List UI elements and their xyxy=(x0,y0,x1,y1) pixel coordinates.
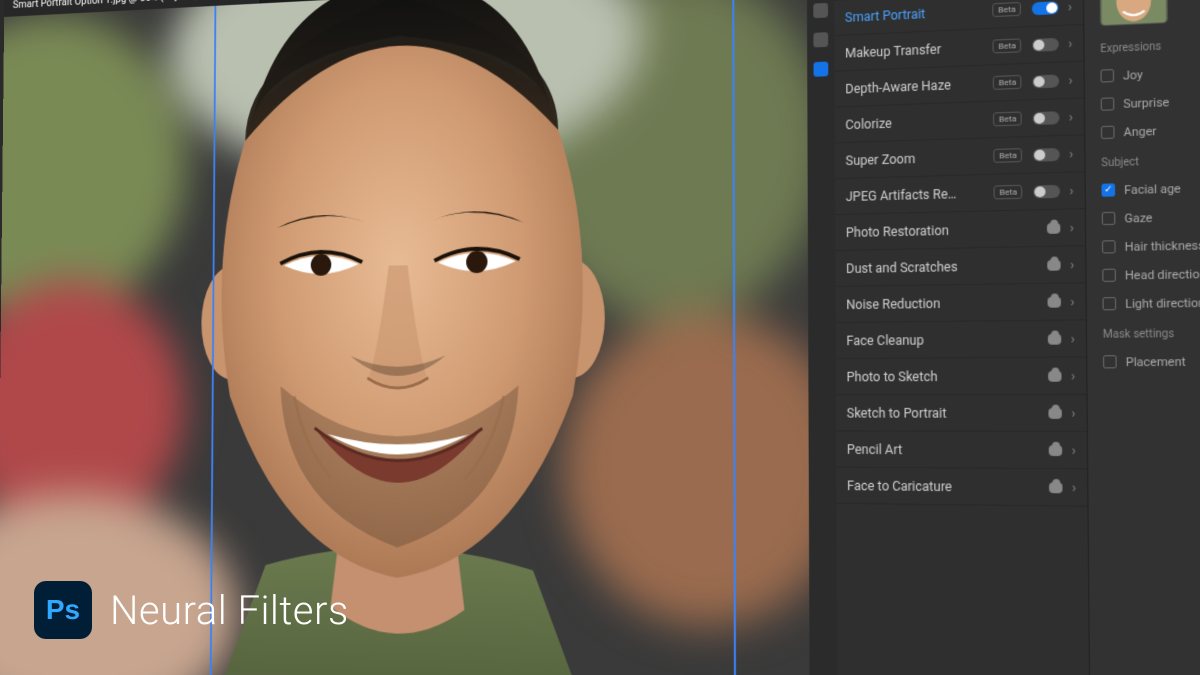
cloud-download-icon[interactable] xyxy=(1049,445,1063,456)
filter-name: Dust and Scratches xyxy=(846,257,1043,275)
rail-icon-beta[interactable] xyxy=(814,62,829,77)
filter-row[interactable]: Sketch to Portrait › xyxy=(836,395,1087,432)
filter-toggle[interactable] xyxy=(1033,147,1060,161)
filter-row[interactable]: Photo Restoration › xyxy=(835,209,1085,251)
filter-name: Sketch to Portrait xyxy=(847,405,1045,420)
beta-badge: Beta xyxy=(992,2,1021,17)
face-preview-thumbnail[interactable] xyxy=(1100,0,1168,26)
chevron-right-icon: › xyxy=(1068,0,1072,14)
cloud-download-icon[interactable] xyxy=(1049,482,1063,493)
filter-toggle[interactable] xyxy=(1033,74,1060,88)
overlay-title: Neural Filters xyxy=(110,587,349,634)
filter-name: Depth-Aware Haze xyxy=(845,76,986,96)
filter-name: Smart Portrait xyxy=(845,3,986,25)
checkbox[interactable] xyxy=(1102,297,1116,310)
property-label: Light direction xyxy=(1125,295,1200,310)
filter-row[interactable]: Face to Caricature › xyxy=(836,468,1087,507)
beta-badge: Beta xyxy=(993,111,1022,126)
cloud-download-icon[interactable] xyxy=(1048,259,1061,270)
filters-list: Neural Filters Smart PortraitBeta›Makeup… xyxy=(834,0,1091,675)
beta-badge: Beta xyxy=(994,185,1023,200)
chevron-right-icon: › xyxy=(1070,257,1074,272)
document-canvas[interactable] xyxy=(0,0,810,675)
property-row[interactable]: ✓ Facial age xyxy=(1101,169,1200,204)
filter-name: Makeup Transfer xyxy=(845,39,986,60)
filter-toggle[interactable] xyxy=(1033,37,1060,51)
filter-toggle[interactable] xyxy=(1034,184,1061,198)
checkbox[interactable] xyxy=(1102,212,1116,225)
filter-row[interactable]: JPEG Artifacts Re… Beta › xyxy=(835,172,1085,215)
filter-name: Pencil Art xyxy=(847,442,1045,458)
filter-row[interactable]: Noise Reduction › xyxy=(836,283,1086,323)
filter-row[interactable]: Face Cleanup › xyxy=(836,320,1086,359)
chevron-right-icon: › xyxy=(1070,294,1074,309)
filter-toggle[interactable] xyxy=(1033,111,1060,125)
chevron-right-icon: › xyxy=(1069,109,1073,124)
filter-name: Photo Restoration xyxy=(846,220,1043,239)
cloud-download-icon[interactable] xyxy=(1049,407,1063,418)
property-label: Placement xyxy=(1126,354,1186,369)
beta-badge: Beta xyxy=(993,148,1022,163)
checkbox[interactable] xyxy=(1103,355,1117,368)
property-label: Joy xyxy=(1123,67,1143,82)
checkbox[interactable] xyxy=(1102,240,1116,253)
section-subject: Subject xyxy=(1101,150,1200,169)
brand-overlay: Ps Neural Filters xyxy=(34,581,349,639)
filter-name: Noise Reduction xyxy=(846,294,1043,312)
beta-badge: Beta xyxy=(993,38,1022,53)
property-row[interactable]: Placement xyxy=(1103,346,1200,376)
property-label: Gaze xyxy=(1124,210,1152,225)
property-label: Surprise xyxy=(1123,95,1169,111)
property-row[interactable]: Head direction xyxy=(1102,257,1200,290)
rail-icon-all[interactable] xyxy=(813,3,828,18)
chevron-right-icon: › xyxy=(1068,72,1072,87)
chevron-right-icon: › xyxy=(1069,183,1073,198)
portrait-photo xyxy=(0,0,810,675)
property-label: Facial age xyxy=(1124,181,1181,197)
property-label: Head direction xyxy=(1125,267,1200,283)
checkbox[interactable] xyxy=(1101,126,1115,139)
property-label: Anger xyxy=(1124,124,1157,139)
filter-row[interactable]: Photo to Sketch › xyxy=(836,358,1087,396)
chevron-right-icon: › xyxy=(1072,442,1076,457)
property-row[interactable]: Hair thickness xyxy=(1102,228,1200,262)
property-row[interactable]: Light direction xyxy=(1102,286,1200,318)
filter-name: Photo to Sketch xyxy=(846,368,1044,384)
filter-row[interactable]: Dust and Scratches › xyxy=(835,246,1085,287)
filter-name: Super Zoom xyxy=(846,149,987,168)
cloud-download-icon[interactable] xyxy=(1047,222,1060,233)
filter-name: Face to Caricature xyxy=(847,478,1045,495)
panel-icon-rail xyxy=(807,0,838,675)
filter-name: Face Cleanup xyxy=(846,331,1044,348)
chevron-right-icon: › xyxy=(1072,480,1076,495)
checkbox[interactable] xyxy=(1101,97,1115,111)
chevron-right-icon: › xyxy=(1070,220,1074,235)
photoshop-logo-icon: Ps xyxy=(34,581,92,639)
property-row[interactable]: Gaze xyxy=(1102,198,1200,232)
rail-icon-portrait[interactable] xyxy=(813,32,828,47)
checkbox[interactable]: ✓ xyxy=(1101,183,1115,196)
filter-name: Colorize xyxy=(845,112,986,132)
face-illustration xyxy=(75,0,747,675)
chevron-right-icon: › xyxy=(1071,368,1075,383)
checkbox[interactable] xyxy=(1100,69,1114,83)
beta-badge: Beta xyxy=(993,75,1022,90)
chevron-right-icon: › xyxy=(1069,146,1073,161)
filter-properties: Expressions Joy Surprise Anger Subject ✓ Fa… xyxy=(1084,0,1200,675)
chevron-right-icon: › xyxy=(1071,405,1075,420)
neural-filters-panel: Neural Filters Smart PortraitBeta›Makeup… xyxy=(807,0,1200,675)
chevron-right-icon: › xyxy=(1071,331,1075,346)
checkbox[interactable] xyxy=(1102,269,1116,282)
filter-name: JPEG Artifacts Re… xyxy=(846,185,988,204)
cloud-download-icon[interactable] xyxy=(1048,296,1061,307)
cloud-download-icon[interactable] xyxy=(1048,333,1061,344)
property-row[interactable]: Joy xyxy=(1100,52,1200,90)
chevron-right-icon: › xyxy=(1068,36,1072,51)
section-expressions: Expressions xyxy=(1100,33,1200,56)
filter-row[interactable]: Pencil Art › xyxy=(836,431,1087,469)
filter-toggle[interactable] xyxy=(1032,1,1059,15)
section-mask: Mask settings xyxy=(1103,327,1200,341)
property-label: Hair thickness xyxy=(1125,238,1200,254)
cloud-download-icon[interactable] xyxy=(1049,370,1063,381)
